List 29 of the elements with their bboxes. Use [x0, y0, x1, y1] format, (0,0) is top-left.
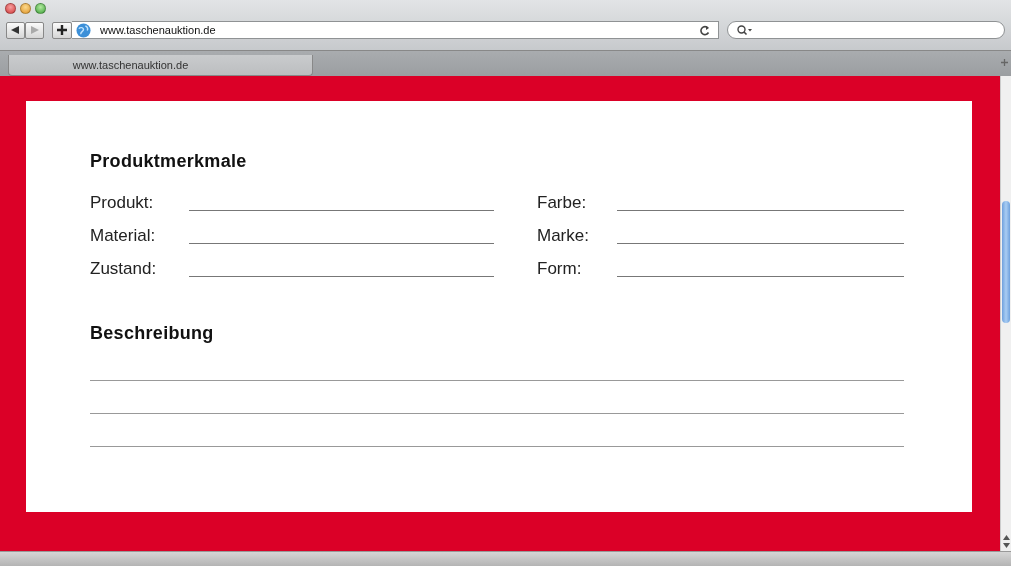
- plus-icon: [1001, 59, 1008, 66]
- search-icon: [737, 24, 753, 36]
- field-label: Marke:: [537, 225, 590, 247]
- up-arrow-icon[interactable]: [1002, 535, 1010, 540]
- add-bookmark-button[interactable]: [52, 21, 72, 39]
- scrollbar-thumb[interactable]: [1002, 201, 1010, 323]
- minimize-button[interactable]: [20, 3, 31, 14]
- field-label: Produkt:: [90, 192, 155, 214]
- reload-icon[interactable]: [700, 24, 710, 36]
- close-button[interactable]: [5, 3, 16, 14]
- search-field[interactable]: [727, 21, 1005, 39]
- field-label: Zustand:: [90, 258, 158, 280]
- address-text: www.taschenauktion.de: [100, 24, 217, 36]
- zoom-button[interactable]: [35, 3, 46, 14]
- globe-icon: [76, 22, 91, 38]
- scrollbar[interactable]: [1000, 76, 1011, 551]
- right-triangle-icon: [30, 26, 39, 34]
- back-button[interactable]: [6, 21, 25, 39]
- down-arrow-icon[interactable]: [1002, 543, 1010, 548]
- new-tab-button[interactable]: [1001, 59, 1008, 66]
- field-label: Material:: [90, 225, 157, 247]
- address-field[interactable]: www.taschenauktion.de: [72, 21, 719, 39]
- left-triangle-icon: [11, 26, 20, 34]
- field-label: Form:: [537, 258, 583, 280]
- browser-tab[interactable]: www.taschenauktion.de: [8, 55, 313, 76]
- field-label: Farbe:: [537, 192, 588, 214]
- section-heading: Produktmerkmale: [90, 150, 248, 172]
- plus-icon: [57, 25, 67, 35]
- section-heading: Beschreibung: [90, 322, 215, 344]
